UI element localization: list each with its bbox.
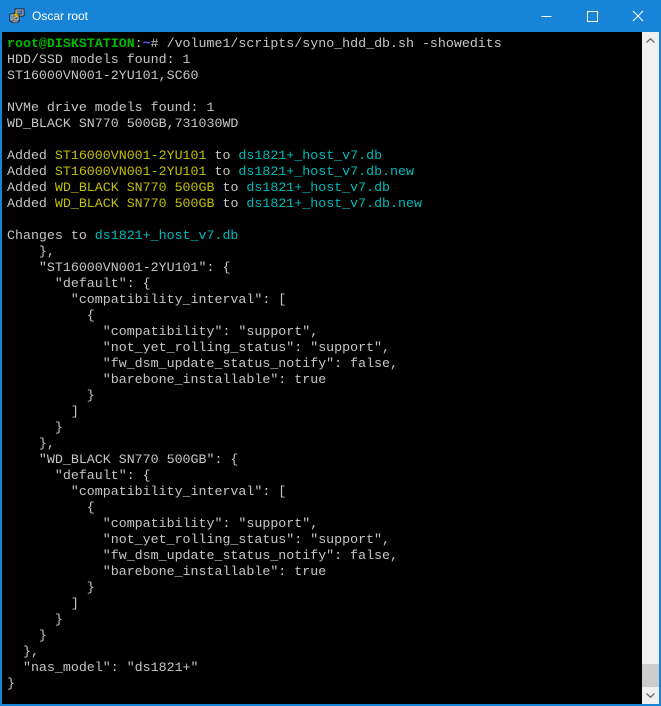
- maximize-icon: [587, 11, 598, 22]
- close-button[interactable]: [615, 0, 661, 32]
- terminal-line: },: [7, 644, 642, 660]
- scroll-down-button[interactable]: [642, 687, 659, 704]
- terminal-line: Changes to ds1821+_host_v7.db: [7, 228, 642, 244]
- terminal-line: "ST16000VN001-2YU101": {: [7, 260, 642, 276]
- terminal-line: "default": {: [7, 468, 642, 484]
- scrollbar[interactable]: [642, 32, 659, 704]
- terminal-line: [7, 132, 642, 148]
- terminal-line: "barebone_installable": true: [7, 372, 642, 388]
- terminal-line: Added ST16000VN001-2YU101 to ds1821+_hos…: [7, 148, 642, 164]
- terminal-line: "nas_model": "ds1821+": [7, 660, 642, 676]
- terminal-line: "compatibility_interval": [: [7, 484, 642, 500]
- terminal-line: Added WD_BLACK SN770 500GB to ds1821+_ho…: [7, 196, 642, 212]
- terminal-line: Added ST16000VN001-2YU101 to ds1821+_hos…: [7, 164, 642, 180]
- terminal-line: "WD_BLACK SN770 500GB": {: [7, 452, 642, 468]
- title-bar[interactable]: Oscar root: [0, 0, 661, 32]
- terminal-line: }: [7, 580, 642, 596]
- putty-terminal-icon: [9, 8, 25, 24]
- terminal-output[interactable]: root@DISKSTATION:~# /volume1/scripts/syn…: [2, 32, 642, 704]
- terminal-line: ]: [7, 404, 642, 420]
- terminal-line: "compatibility_interval": [: [7, 292, 642, 308]
- window-title: Oscar root: [32, 0, 523, 32]
- terminal-line: "barebone_installable": true: [7, 564, 642, 580]
- scrollbar-thumb[interactable]: [642, 664, 659, 687]
- terminal-line: ST16000VN001-2YU101,SC60: [7, 68, 642, 84]
- terminal-line: [7, 84, 642, 100]
- terminal-line: }: [7, 676, 642, 692]
- close-icon: [632, 10, 644, 22]
- terminal-line: },: [7, 244, 642, 260]
- terminal-line: HDD/SSD models found: 1: [7, 52, 642, 68]
- maximize-button[interactable]: [569, 0, 615, 32]
- terminal-line: "default": {: [7, 276, 642, 292]
- terminal-line: "compatibility": "support",: [7, 324, 642, 340]
- window-body: root@DISKSTATION:~# /volume1/scripts/syn…: [0, 32, 661, 706]
- putty-window: Oscar root root@DISKSTATION:~# /volume1/…: [0, 0, 661, 706]
- terminal-line: }: [7, 628, 642, 644]
- window-controls: [523, 0, 661, 32]
- terminal-line: root@DISKSTATION:~# /volume1/scripts/syn…: [7, 36, 642, 52]
- terminal-line: [7, 212, 642, 228]
- terminal-line: "not_yet_rolling_status": "support",: [7, 532, 642, 548]
- terminal-line: }: [7, 388, 642, 404]
- terminal-line: ]: [7, 596, 642, 612]
- terminal-line: },: [7, 436, 642, 452]
- terminal-line: }: [7, 612, 642, 628]
- terminal-line: Added WD_BLACK SN770 500GB to ds1821+_ho…: [7, 180, 642, 196]
- scroll-up-button[interactable]: [642, 32, 659, 49]
- chevron-down-icon: [646, 693, 655, 698]
- terminal-line: }: [7, 420, 642, 436]
- terminal-line: NVMe drive models found: 1: [7, 100, 642, 116]
- terminal-line: {: [7, 308, 642, 324]
- terminal-line: WD_BLACK SN770 500GB,731030WD: [7, 116, 642, 132]
- terminal-line: "not_yet_rolling_status": "support",: [7, 340, 642, 356]
- terminal-line: "fw_dsm_update_status_notify": false,: [7, 548, 642, 564]
- terminal-line: "compatibility": "support",: [7, 516, 642, 532]
- chevron-up-icon: [646, 38, 655, 43]
- minimize-icon: [541, 11, 552, 22]
- minimize-button[interactable]: [523, 0, 569, 32]
- terminal-line: "fw_dsm_update_status_notify": false,: [7, 356, 642, 372]
- terminal-line: {: [7, 500, 642, 516]
